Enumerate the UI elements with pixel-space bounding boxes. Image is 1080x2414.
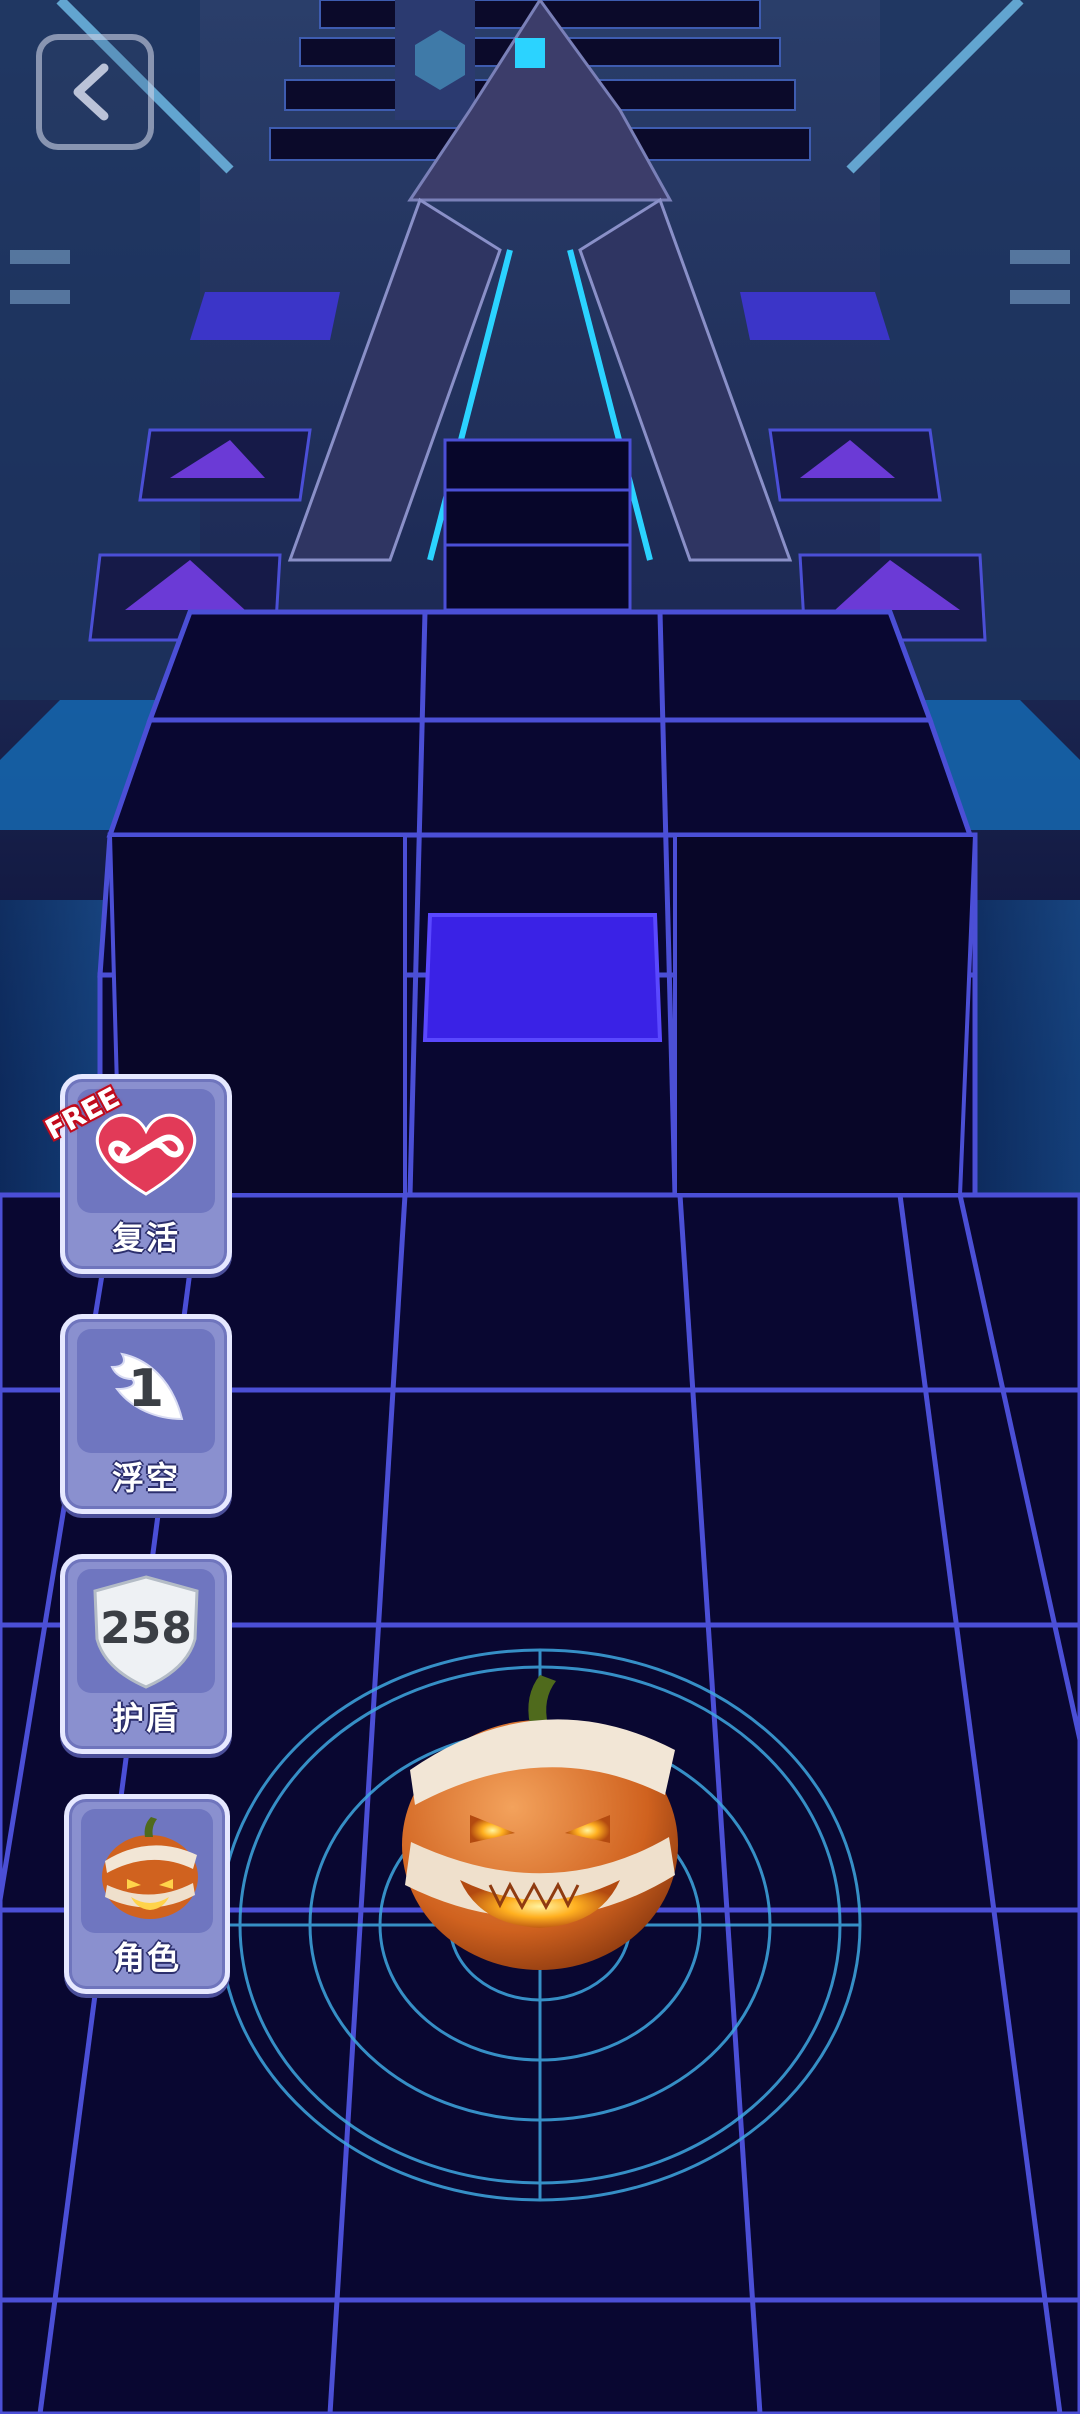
shield-button[interactable]: 258 护盾	[60, 1554, 232, 1754]
revive-button[interactable]: FREE 复活	[40, 1074, 232, 1274]
character-button[interactable]: 角色	[64, 1794, 230, 1994]
chevron-left-icon	[73, 63, 109, 121]
mummy-pumpkin-icon	[102, 1817, 198, 1919]
character-label: 角色	[112, 1939, 181, 1977]
float-count: 1	[127, 1359, 165, 1419]
back-button[interactable]	[36, 34, 154, 150]
float-label: 浮空	[111, 1459, 180, 1497]
revive-label: 复活	[111, 1219, 180, 1257]
shield-label: 护盾	[111, 1699, 180, 1737]
shield-count: 258	[100, 1603, 192, 1654]
float-button[interactable]: 1 浮空	[60, 1314, 232, 1514]
highlight-tile	[422, 913, 663, 1042]
